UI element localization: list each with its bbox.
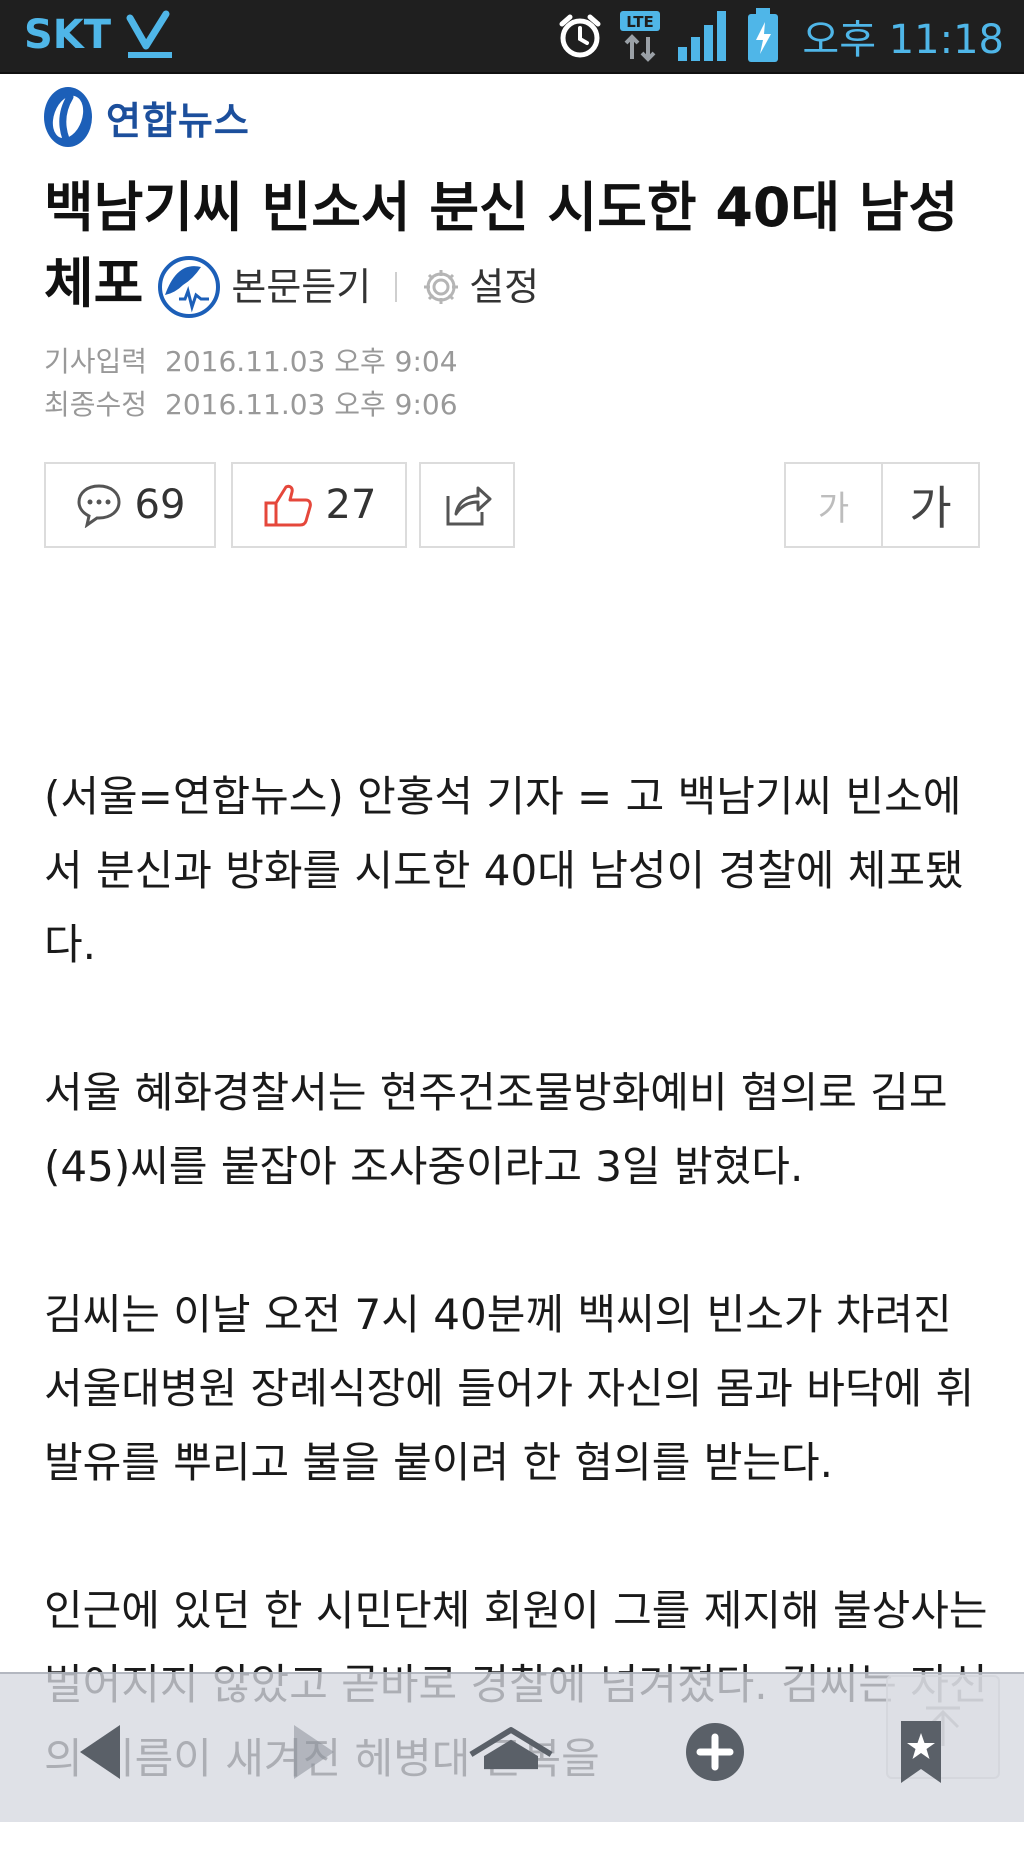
comment-button[interactable]: 69 [44, 462, 216, 548]
bookmark-icon [901, 1721, 941, 1783]
thumbs-up-icon [264, 484, 312, 527]
published-line: 기사입력 2016.11.03 오후 9:04 [44, 340, 458, 383]
settings-button[interactable]: 설정 [421, 249, 539, 325]
font-increase-button[interactable]: 가 [883, 464, 978, 546]
share-button[interactable] [419, 462, 515, 548]
back-icon [80, 1725, 120, 1779]
comment-count: 69 [134, 482, 186, 528]
article-meta: 기사입력 2016.11.03 오후 9:04 최종수정 2016.11.03 오후… [44, 340, 458, 426]
comment-icon [77, 484, 121, 528]
published-time: 2016.11.03 오후 9:04 [165, 345, 458, 378]
listen-button[interactable]: 본문듣기 [157, 249, 371, 325]
article-paragraph: 김씨는 이날 오전 7시 40분께 백씨의 빈소가 차려진 서울대병원 장례식장… [44, 1290, 975, 1487]
clock-time: 오후 11:18 [802, 17, 1004, 63]
signal-strength-icon [676, 9, 732, 63]
browser-nav-bar [0, 1672, 1024, 1822]
status-bar: SKT LTE 오후 11:18 [0, 0, 1024, 74]
back-button[interactable] [58, 1712, 148, 1792]
carrier-label: SKT [24, 12, 112, 58]
like-button[interactable]: 27 [231, 462, 407, 548]
text-to-speech-icon [158, 256, 221, 319]
like-count: 27 [325, 482, 377, 528]
article-paragraph: (서울=연합뉴스) 안홍석 기자 = 고 백남기씨 빈소에서 분신과 방화를 시… [44, 772, 964, 969]
font-size-controls: 가 가 [784, 462, 980, 548]
publisher-logo[interactable]: 연합뉴스 [40, 84, 250, 150]
lte-icon: LTE [618, 9, 662, 63]
listen-label: 본문듣기 [231, 265, 372, 310]
gear-icon [424, 270, 459, 305]
modified-time: 2016.11.03 오후 9:06 [165, 388, 458, 421]
article-paragraph: 서울 혜화경찰서는 현주건조물방화예비 혐의로 김모(45)씨를 붙잡아 조사중… [44, 1068, 948, 1191]
settings-label: 설정 [469, 265, 540, 310]
new-tab-button[interactable] [670, 1712, 760, 1792]
share-icon [446, 486, 492, 526]
tool-divider [395, 272, 398, 303]
new-tab-icon [686, 1723, 744, 1781]
modified-label: 최종수정 [44, 388, 148, 421]
lte-label: LTE [627, 13, 655, 31]
forward-button[interactable] [266, 1712, 356, 1792]
forward-icon [294, 1725, 334, 1779]
article-title: 백남기씨 빈소서 분신 시도한 40대 남성 체포 본문듣기 설정 [44, 170, 974, 325]
alarm-icon [556, 12, 604, 60]
article-actions: 69 27 가 가 [44, 462, 980, 550]
download-complete-icon [124, 10, 176, 62]
bookmark-button[interactable] [876, 1712, 966, 1792]
yonhap-logo-icon [44, 87, 92, 147]
published-label: 기사입력 [44, 345, 148, 378]
publisher-name: 연합뉴스 [106, 98, 250, 143]
home-icon [469, 1727, 553, 1770]
home-button[interactable] [466, 1712, 556, 1792]
modified-line: 최종수정 2016.11.03 오후 9:06 [44, 383, 458, 426]
font-decrease-button[interactable]: 가 [786, 464, 883, 546]
battery-charging-icon [746, 8, 780, 64]
